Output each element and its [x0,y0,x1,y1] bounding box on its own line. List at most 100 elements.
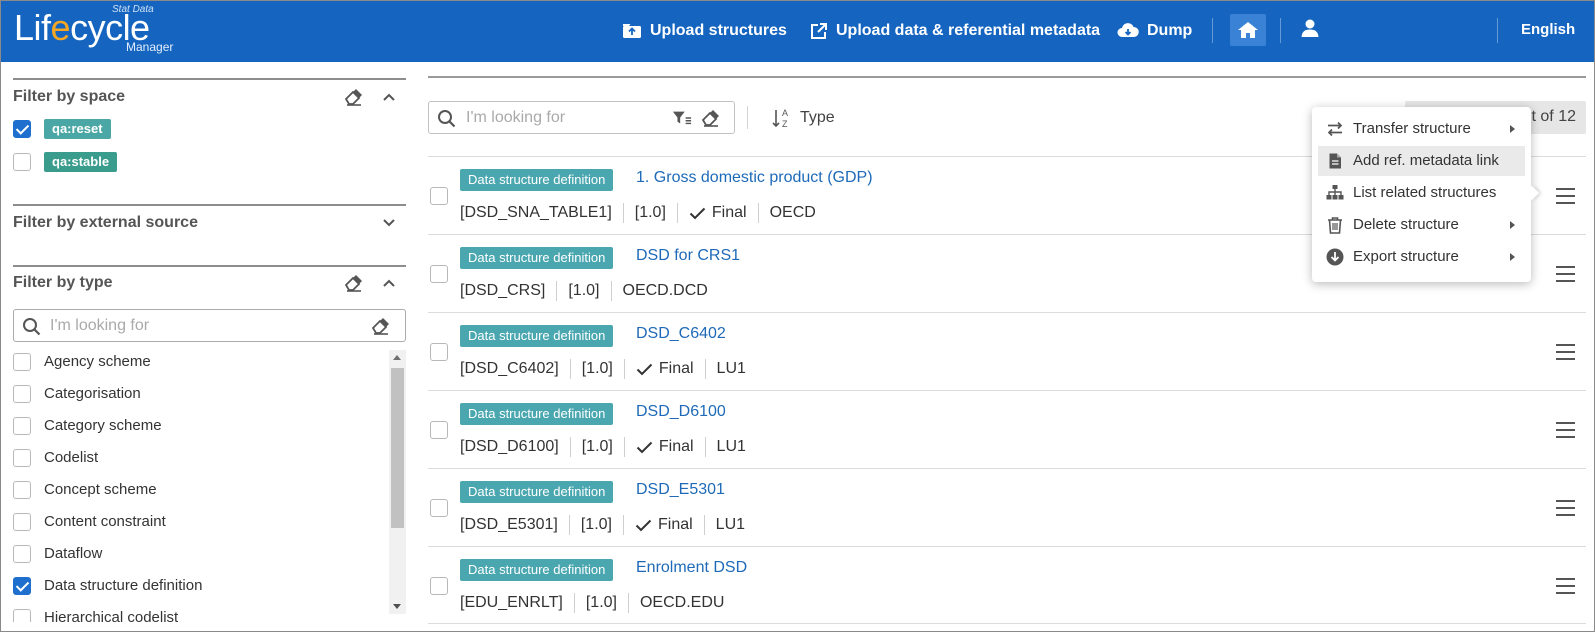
eraser-icon [344,275,362,292]
eraser-icon [344,89,362,106]
list-item[interactable]: Content constraint [13,510,373,534]
nav-upload-data[interactable]: Upload data & referential metadata [810,19,1100,43]
structure-title-link[interactable]: Enrolment DSD [636,559,747,577]
type-checkbox[interactable] [13,545,31,563]
pagination-text: t of 12 [1531,108,1576,125]
home-icon [1238,22,1258,38]
filter-space-title: Filter by space [13,88,126,105]
final-status: Final [635,516,693,534]
main-divider [428,76,1586,78]
scroll-up-arrow-icon[interactable] [393,355,401,360]
type-checkbox[interactable] [13,609,31,622]
user-icon [1301,19,1319,37]
row-checkbox[interactable] [430,421,448,439]
structure-version: [1.0] [581,438,613,455]
space-stable-checkbox[interactable] [13,153,31,171]
structure-title-link[interactable]: DSD_C6402 [636,325,726,343]
clear-type-search-button[interactable] [371,316,391,336]
sort-type-button[interactable]: A Z Type [772,107,835,129]
scroll-down-arrow-icon[interactable] [393,604,401,609]
expand-external-source-button[interactable] [379,213,399,233]
list-item[interactable]: Codelist [13,446,373,470]
language-selector[interactable]: English [1521,21,1575,38]
structure-meta: [DSD_CRS] [1.0] OECD.DCD [460,281,708,301]
clear-search-button[interactable] [701,108,721,128]
collapse-type-filter-button[interactable] [379,273,399,293]
nav-upload-structures[interactable]: Upload structures [622,19,787,43]
home-button[interactable] [1230,14,1266,46]
type-checkbox[interactable] [13,353,31,371]
row-checkbox[interactable] [430,343,448,361]
structure-search-input[interactable] [464,108,654,128]
row-actions-menu-button[interactable] [1556,344,1575,360]
structure-title-link[interactable]: DSD_E5301 [636,481,725,499]
toolbar-divider [747,106,748,129]
nav-dump[interactable]: Dump [1117,19,1192,43]
app-logo[interactable]: Stat Data Lifecycle Manager [14,4,189,56]
clear-space-filter-button[interactable] [344,87,364,107]
structure-agency: LU1 [716,438,746,455]
final-status: Final [636,438,694,456]
structure-id: [DSD_SNA_TABLE1] [460,204,612,221]
menu-item-list-related-structures[interactable]: List related structures [1318,178,1525,208]
svg-text:Z: Z [782,119,788,129]
menu-item-add-ref-metadata-link[interactable]: Add ref. metadata link [1318,146,1525,176]
list-item[interactable]: Data structure definition [13,574,373,598]
collapse-space-filter-button[interactable] [379,87,399,107]
structure-meta: [DSD_C6402] [1.0] Final LU1 [460,359,746,379]
list-item[interactable]: Agency scheme [13,350,373,374]
type-checkbox[interactable] [13,449,31,467]
menu-item-export-structure[interactable]: Export structure [1318,242,1525,272]
structure-agency: LU1 [715,516,746,533]
row-checkbox[interactable] [430,499,448,517]
type-checkbox[interactable] [13,481,31,499]
type-checkbox[interactable] [13,417,31,435]
list-item[interactable]: Hierarchical codelist [13,606,373,622]
type-checkbox[interactable] [13,577,31,595]
structure-title-link[interactable]: 1. Gross domestic product (GDP) [636,169,873,187]
upload-structures-icon [623,24,641,38]
structure-id: [DSD_C6402] [460,360,559,377]
section-divider [13,265,406,267]
table-row: Data structure definition DSD_C6402 [DSD… [428,312,1586,390]
chevron-down-icon [383,219,395,227]
type-search-input[interactable] [48,316,358,336]
structure-meta: [DSD_SNA_TABLE1] [1.0] Final OECD [460,203,816,223]
row-actions-menu-button[interactable] [1556,422,1575,438]
row-actions-menu-button[interactable] [1556,266,1575,282]
row-checkbox[interactable] [430,187,448,205]
type-list-scrollbar[interactable] [389,350,406,614]
menu-item-transfer-structure[interactable]: Transfer structure [1318,114,1525,144]
structure-title-link[interactable]: DSD_D6100 [636,403,726,421]
structure-agency: LU1 [716,360,746,377]
structure-title-link[interactable]: DSD for CRS1 [636,247,740,265]
user-menu-button[interactable] [1300,18,1320,43]
row-actions-menu-button[interactable] [1556,500,1575,516]
nav-divider [1497,18,1498,43]
type-checkbox[interactable] [13,385,31,403]
type-label: Hierarchical codelist [44,609,179,622]
row-checkbox[interactable] [430,577,448,595]
row-actions-menu-button[interactable] [1556,578,1575,594]
sort-alpha-icon: A Z [772,108,788,129]
advanced-filter-button[interactable] [672,108,692,128]
row-actions-menu-button[interactable] [1556,188,1575,204]
list-item[interactable]: Concept scheme [13,478,373,502]
row-checkbox[interactable] [430,265,448,283]
type-badge: Data structure definition [460,247,614,269]
menu-item-label: Transfer structure [1353,120,1471,137]
filter-external-source-title: Filter by external source [13,214,198,231]
structure-version: [1.0] [634,204,666,221]
space-reset-checkbox[interactable] [13,120,31,138]
structure-id: [EDU_ENRLT] [460,594,563,611]
type-checkbox[interactable] [13,513,31,531]
structure-meta: [DSD_E5301] [1.0] Final LU1 [460,515,745,535]
clear-type-filter-button[interactable] [344,273,364,293]
list-item[interactable]: Category scheme [13,414,373,438]
structure-meta: [DSD_D6100] [1.0] Final LU1 [460,437,746,457]
list-item[interactable]: Dataflow [13,542,373,566]
menu-item-delete-structure[interactable]: Delete structure [1318,210,1525,240]
list-item[interactable]: Categorisation [13,382,373,406]
scrollbar-thumb[interactable] [391,368,404,528]
type-badge: Data structure definition [460,169,614,191]
